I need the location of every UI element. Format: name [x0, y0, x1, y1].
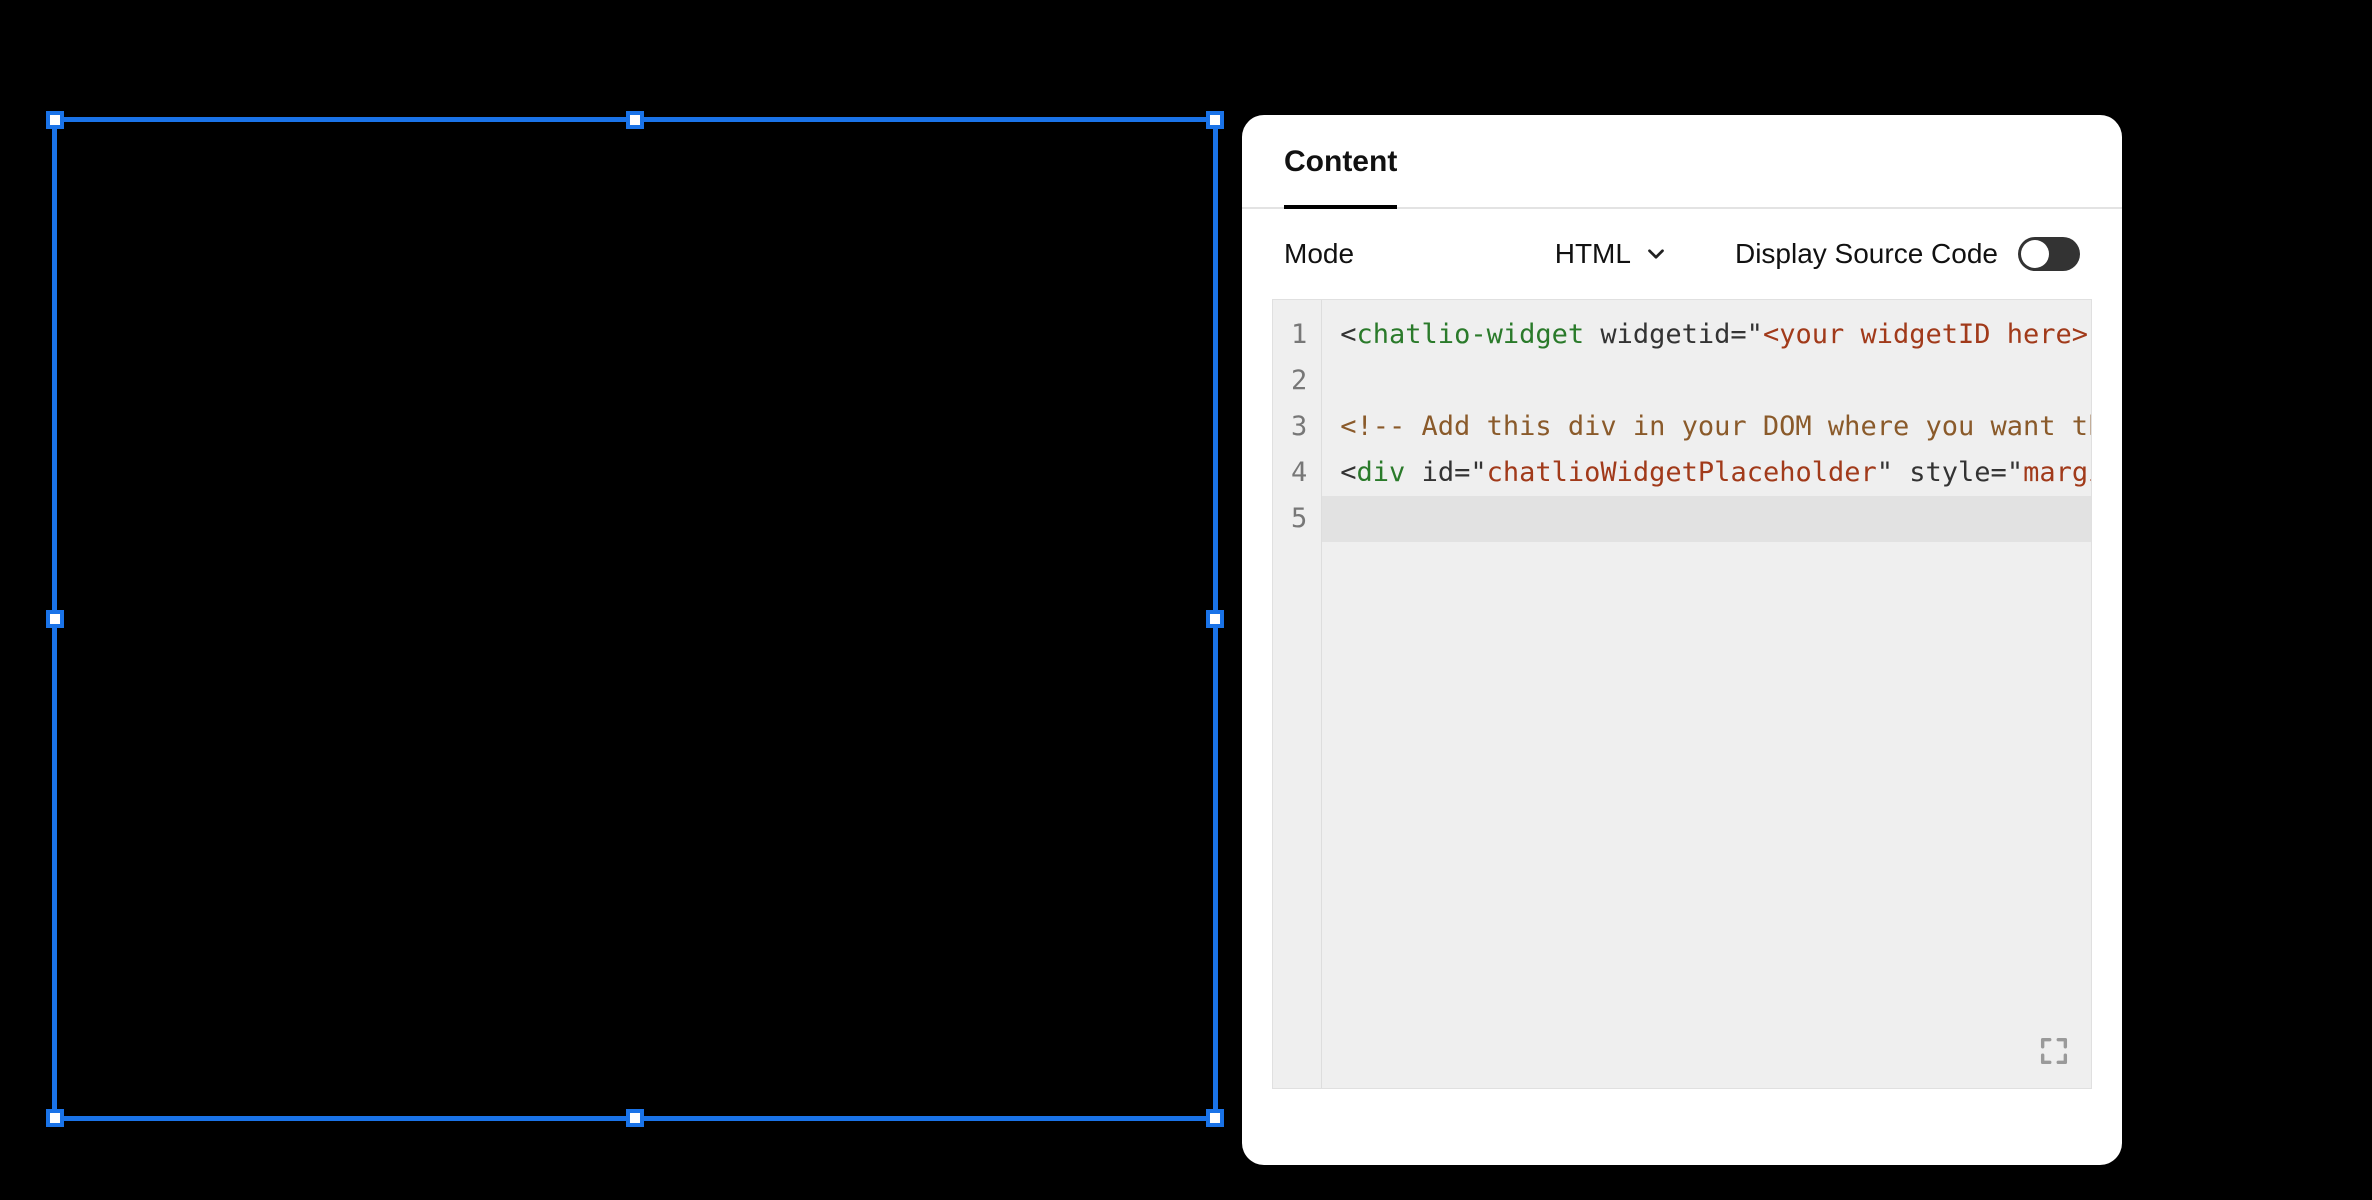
- tab-content[interactable]: Content: [1284, 145, 1397, 209]
- expand-editor-button[interactable]: [2037, 1034, 2071, 1068]
- resize-handle-top-left[interactable]: [46, 111, 64, 129]
- canvas-selection-frame[interactable]: [52, 117, 1218, 1121]
- settings-row: Mode HTML Display Source Code: [1242, 209, 2122, 299]
- line-number: 3: [1291, 404, 1307, 450]
- code-token: ": [2088, 319, 2091, 350]
- code-area[interactable]: <chatlio-widget widgetid="<your widgetID…: [1322, 300, 2091, 1088]
- code-token: widgetid=: [1584, 319, 1747, 350]
- resize-handle-bottom-left[interactable]: [46, 1109, 64, 1127]
- code-token: ": [1470, 457, 1486, 488]
- code-token: <: [1340, 319, 1356, 350]
- resize-handle-bottom-middle[interactable]: [626, 1109, 644, 1127]
- mode-label: Mode: [1284, 238, 1354, 270]
- display-source-toggle[interactable]: [2018, 237, 2080, 271]
- resize-handle-top-right[interactable]: [1206, 111, 1224, 129]
- code-token: chatlio-widget: [1357, 319, 1585, 350]
- line-number: 2: [1291, 358, 1307, 404]
- code-token: id=: [1405, 457, 1470, 488]
- code-token: style=: [1893, 457, 2007, 488]
- line-number: 5: [1291, 496, 1307, 542]
- mode-select-value: HTML: [1555, 238, 1631, 270]
- resize-handle-middle-right[interactable]: [1206, 610, 1224, 628]
- line-number-gutter: 12345: [1273, 300, 1322, 1088]
- code-line[interactable]: <chatlio-widget widgetid="<your widgetID…: [1340, 312, 2091, 358]
- line-number: 4: [1291, 450, 1307, 496]
- resize-handle-bottom-right[interactable]: [1206, 1109, 1224, 1127]
- code-line[interactable]: <div id="chatlioWidgetPlaceholder" style…: [1340, 450, 2091, 496]
- toggle-knob: [2021, 240, 2049, 268]
- resize-handle-middle-left[interactable]: [46, 610, 64, 628]
- code-token: <!-- Add this div in your DOM where you …: [1340, 411, 2091, 442]
- line-number: 1: [1291, 312, 1307, 358]
- code-token: ": [1747, 319, 1763, 350]
- expand-icon: [2037, 1034, 2071, 1068]
- code-token: <your widgetID here>: [1763, 319, 2088, 350]
- panel-tabbar: Content: [1242, 115, 2122, 209]
- code-token: chatlioWidgetPlaceholder: [1487, 457, 1877, 488]
- code-editor[interactable]: 12345 <chatlio-widget widgetid="<your wi…: [1272, 299, 2092, 1089]
- content-panel: Content Mode HTML Display Source Code 12…: [1242, 115, 2122, 1165]
- code-line[interactable]: [1322, 496, 2091, 542]
- display-source-label: Display Source Code: [1735, 238, 1998, 270]
- code-token: <: [1340, 457, 1356, 488]
- mode-select[interactable]: HTML: [1555, 238, 1669, 270]
- code-token: margin: auto; hei: [2023, 457, 2091, 488]
- code-token: div: [1357, 457, 1406, 488]
- chevron-down-icon: [1643, 241, 1669, 267]
- code-line[interactable]: <!-- Add this div in your DOM where you …: [1340, 404, 2091, 450]
- code-line[interactable]: [1340, 358, 2091, 404]
- resize-handle-top-middle[interactable]: [626, 111, 644, 129]
- code-token: ": [2007, 457, 2023, 488]
- code-token: ": [1877, 457, 1893, 488]
